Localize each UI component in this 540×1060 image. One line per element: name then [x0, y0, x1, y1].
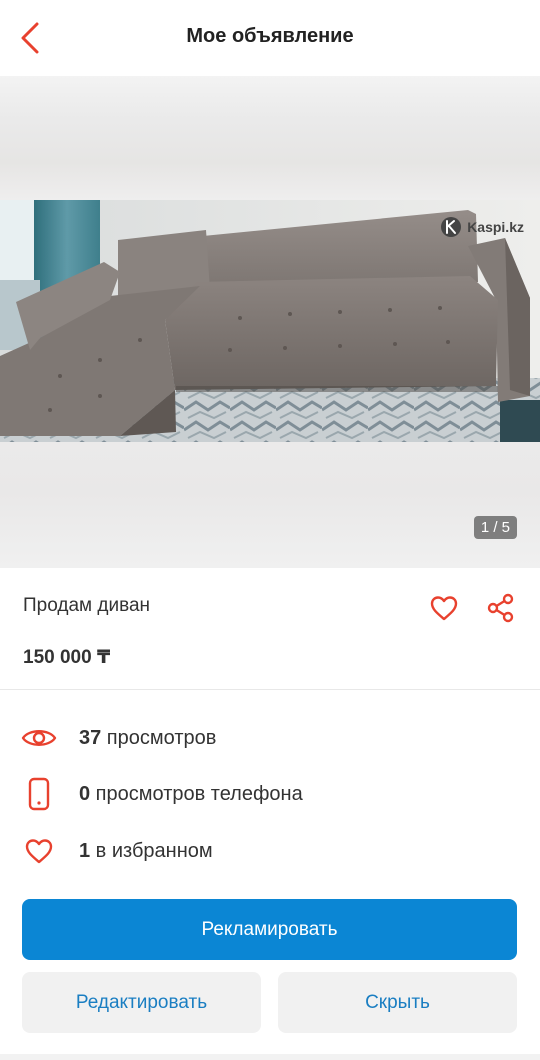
phone-icon	[20, 775, 58, 813]
phone-views-count: 0	[79, 782, 91, 805]
share-icon	[487, 593, 514, 623]
views-count: 37	[79, 726, 102, 749]
favorites-count: 1	[79, 839, 91, 862]
ad-title: Продам диван	[23, 595, 151, 616]
watermark-text: Kaspi.kz	[467, 219, 524, 235]
favorite-button[interactable]	[426, 590, 462, 626]
promote-button[interactable]: Рекламировать	[22, 899, 517, 960]
ad-info: Продам диван 150 000 ₸	[0, 568, 540, 690]
heart-icon	[20, 832, 58, 870]
ad-price: 150 000 ₸	[23, 647, 111, 668]
views-stat: 37 просмотров	[0, 718, 540, 758]
hide-button[interactable]: Скрыть	[278, 972, 517, 1033]
photo-blur-bottom	[0, 442, 540, 568]
views-text: 37 просмотров	[79, 727, 216, 750]
favorites-label: в избранном	[90, 839, 213, 862]
kaspi-watermark: Kaspi.kz	[440, 216, 524, 238]
page-title: Мое объявление	[186, 25, 354, 47]
views-label: просмотров	[101, 726, 217, 749]
favorites-text: 1 в избранном	[79, 840, 213, 863]
photo-counter: 1 / 5	[473, 516, 517, 539]
photo-gallery[interactable]: Kaspi.kz 1 / 5	[0, 76, 540, 568]
share-button[interactable]	[484, 590, 518, 626]
photo-blur-top	[0, 76, 540, 200]
phone-views-stat: 0 просмотров телефона	[0, 774, 540, 814]
phone-views-text: 0 просмотров телефона	[79, 783, 303, 806]
bottom-divider	[0, 1054, 540, 1060]
eye-icon	[20, 719, 58, 757]
top-bar: Мое объявление	[0, 0, 540, 76]
heart-icon	[430, 596, 458, 621]
kaspi-logo-icon	[441, 217, 462, 237]
phone-views-label: просмотров телефона	[90, 782, 303, 805]
favorites-stat: 1 в избранном	[0, 831, 540, 871]
edit-button[interactable]: Редактировать	[22, 972, 261, 1033]
